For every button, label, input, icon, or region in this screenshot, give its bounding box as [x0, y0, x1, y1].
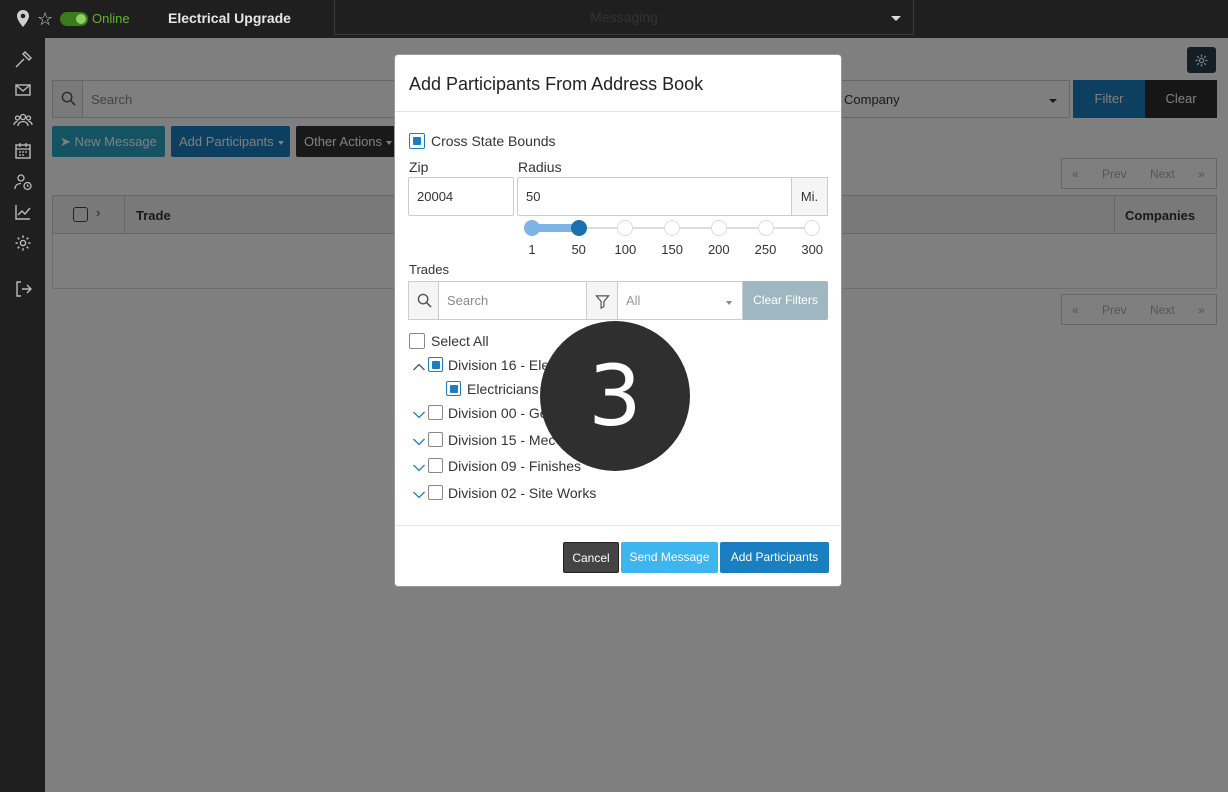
slider-knob — [804, 220, 821, 236]
location-pin-icon[interactable] — [16, 10, 30, 28]
zip-label: Zip — [409, 159, 429, 175]
tree-item-checkbox[interactable] — [428, 485, 443, 500]
cross-state-label: Cross State Bounds — [431, 133, 556, 149]
chevron-down-icon[interactable] — [412, 461, 426, 472]
select-all-checkbox[interactable] — [409, 333, 425, 349]
trade-search-input[interactable]: Search — [408, 281, 587, 320]
calendar-icon[interactable] — [13, 141, 33, 161]
radius-label: Radius — [518, 159, 562, 175]
add-participants-button[interactable]: Add Participants — [720, 542, 829, 573]
funnel-icon — [587, 281, 618, 320]
slider-tick-label: 150 — [661, 242, 683, 257]
gear-icon[interactable] — [13, 233, 33, 253]
slider-knob[interactable] — [570, 220, 587, 236]
slider-knob — [710, 220, 727, 236]
slider-knob — [664, 220, 681, 236]
chart-line-icon[interactable] — [13, 202, 33, 222]
trade-filter-select[interactable]: All — [618, 281, 743, 320]
mail-icon[interactable] — [13, 80, 33, 100]
slider-tick-label: 250 — [754, 242, 777, 257]
module-selector-label: Messaging — [590, 9, 658, 25]
chevron-down-icon[interactable] — [412, 488, 426, 499]
radius-slider[interactable]: 1 50 100 150 200 250 300 — [517, 215, 828, 275]
cancel-button[interactable]: Cancel — [563, 542, 619, 573]
select-all-label: Select All — [431, 333, 489, 349]
sidebar — [0, 38, 45, 792]
user-clock-icon[interactable] — [13, 172, 33, 192]
tree-item-checkbox[interactable] — [446, 381, 461, 396]
users-icon[interactable] — [13, 110, 33, 130]
slider-knob — [617, 220, 634, 236]
search-icon — [409, 282, 439, 319]
chevron-down-icon — [726, 301, 732, 305]
slider-tick-label: 200 — [707, 242, 730, 257]
online-toggle[interactable] — [60, 12, 88, 26]
module-selector[interactable]: Messaging — [334, 0, 914, 35]
chevron-down-icon[interactable] — [412, 435, 426, 446]
tree-item-checkbox[interactable] — [428, 432, 443, 447]
tree-item[interactable]: Division 02 - Site Works — [448, 485, 596, 501]
hammer-icon[interactable] — [13, 50, 33, 70]
project-name: Electrical Upgrade — [168, 10, 291, 26]
chevron-down-icon — [891, 16, 901, 21]
modal-title: Add Participants From Address Book — [409, 74, 704, 94]
chevron-down-icon[interactable] — [412, 408, 426, 419]
zip-field[interactable]: 20004 — [408, 177, 514, 216]
star-icon[interactable]: ☆ — [37, 9, 53, 29]
tree-item[interactable]: Division 15 - Mec — [448, 432, 555, 448]
slider-knob — [757, 220, 774, 236]
online-status-label: Online — [92, 11, 130, 26]
divider — [395, 111, 841, 112]
tree-item-checkbox[interactable] — [428, 357, 443, 372]
radius-unit: Mi. — [792, 177, 828, 216]
tree-item[interactable]: Division 00 - Ge — [448, 405, 548, 421]
send-message-button[interactable]: Send Message — [621, 542, 718, 573]
clear-filters-button[interactable]: Clear Filters — [743, 281, 828, 320]
slider-tick-label: 300 — [801, 242, 824, 257]
cross-state-checkbox[interactable] — [409, 133, 425, 149]
radius-field[interactable]: 50 — [517, 177, 792, 216]
divider — [395, 525, 841, 526]
tree-item[interactable]: Electricians — [467, 381, 539, 397]
chevron-up-icon[interactable] — [412, 360, 426, 371]
slider-knob[interactable] — [524, 220, 540, 236]
trade-search-placeholder: Search — [447, 293, 489, 308]
tree-item-checkbox[interactable] — [428, 405, 443, 420]
slider-tick-label: 1 — [528, 242, 536, 257]
top-bar: ☆ Online Electrical Upgrade Messaging — [0, 0, 1228, 38]
tree-item-checkbox[interactable] — [428, 458, 443, 473]
trades-label: Trades — [409, 262, 449, 277]
tree-item[interactable]: Division 09 - Finishes — [448, 458, 581, 474]
tree-item[interactable]: Division 16 - Ele — [448, 357, 549, 373]
slider-tick-label: 100 — [614, 242, 637, 257]
step-marker: 3 — [540, 321, 690, 471]
logout-icon[interactable] — [13, 279, 33, 299]
trade-filter-value: All — [626, 293, 641, 308]
slider-tick-label: 50 — [571, 242, 586, 257]
